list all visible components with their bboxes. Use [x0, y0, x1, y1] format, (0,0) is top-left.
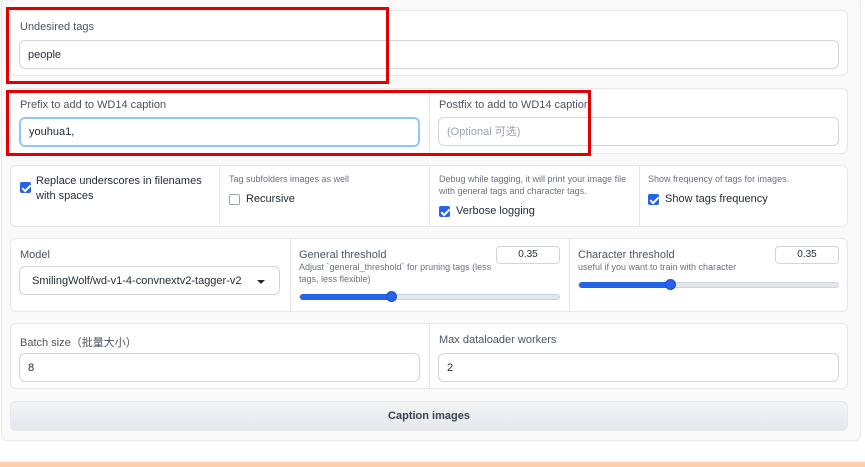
- character-threshold-slider[interactable]: [578, 279, 839, 290]
- verbose-checkbox[interactable]: [439, 206, 450, 217]
- caption-images-button[interactable]: Caption images: [10, 401, 848, 431]
- highlight-box-prefix-postfix: [6, 90, 591, 156]
- model-threshold-block: Model SmilingWolf/wd-v1-4-convnextv2-tag…: [10, 238, 848, 312]
- general-threshold-slider[interactable]: [299, 291, 560, 302]
- bottom-accent-bar: [0, 462, 865, 467]
- character-threshold-info: useful if you want to train with charact…: [578, 262, 737, 272]
- general-threshold-number[interactable]: 0.35: [496, 246, 560, 264]
- model-label: Model: [20, 249, 50, 261]
- frequency-info: Show frequency of tags for images.: [648, 174, 790, 184]
- replace-underscores-label[interactable]: Replace underscores in filenames with sp…: [36, 174, 216, 204]
- frequency-label[interactable]: Show tags frequency: [665, 192, 768, 207]
- general-threshold-info: Adjust `general_threshold` for pruning t…: [299, 262, 492, 284]
- frequency-checkbox[interactable]: [648, 194, 659, 205]
- replace-underscores-checkbox[interactable]: [20, 182, 31, 193]
- verbose-label[interactable]: Verbose logging: [456, 204, 535, 219]
- recursive-info: Tag subfolders images as well: [229, 174, 350, 184]
- column-divider: [429, 324, 430, 388]
- character-threshold-handle[interactable]: [665, 279, 676, 290]
- character-threshold-number[interactable]: 0.35: [775, 246, 839, 264]
- highlight-box-undesired-tags: [6, 7, 389, 84]
- options-block: Replace underscores in filenames with sp…: [10, 165, 848, 227]
- general-threshold-label: General threshold: [299, 249, 387, 261]
- batch-size-input[interactable]: [19, 353, 420, 382]
- model-select-value: SmilingWolf/wd-v1-4-convnextv2-tagger-v2: [32, 275, 242, 287]
- column-divider: [219, 166, 220, 226]
- column-divider: [569, 239, 570, 311]
- general-threshold-fill: [300, 294, 391, 300]
- column-divider: [639, 166, 640, 226]
- max-workers-input[interactable]: [438, 353, 839, 382]
- model-select[interactable]: SmilingWolf/wd-v1-4-convnextv2-tagger-v2: [19, 266, 280, 295]
- general-threshold-handle[interactable]: [386, 291, 397, 302]
- recursive-label[interactable]: Recursive: [246, 192, 295, 207]
- chevron-down-icon: [257, 280, 265, 284]
- verbose-info: Debug while tagging, it will print your …: [439, 174, 627, 196]
- batch-size-label: Batch size（批量大小）: [20, 337, 137, 349]
- max-workers-label: Max dataloader workers: [439, 334, 557, 346]
- wd14-caption-panel: Undesired tags Prefix to add to WD14 cap…: [0, 0, 865, 467]
- character-threshold-fill: [579, 282, 670, 288]
- batch-workers-block: Batch size（批量大小） Max dataloader workers: [10, 323, 848, 389]
- character-threshold-label: Character threshold: [578, 249, 675, 261]
- recursive-checkbox[interactable]: [229, 194, 240, 205]
- column-divider: [429, 166, 430, 226]
- column-divider: [290, 239, 291, 311]
